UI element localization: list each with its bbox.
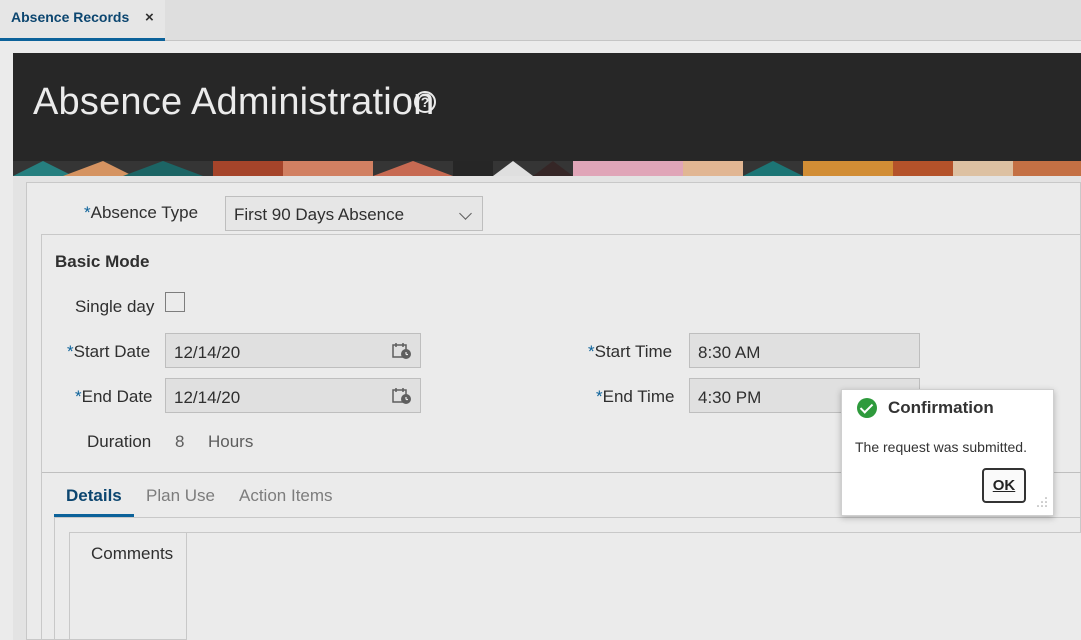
modal-overlay: [0, 0, 1081, 640]
dialog-message: The request was submitted.: [855, 439, 1027, 455]
dialog-title: Confirmation: [888, 398, 994, 417]
success-check-icon: [857, 398, 877, 418]
confirmation-dialog: Confirmation The request was submitted. …: [841, 389, 1054, 516]
ok-button[interactable]: OK: [982, 468, 1026, 503]
resize-grip-icon[interactable]: [1037, 497, 1047, 507]
